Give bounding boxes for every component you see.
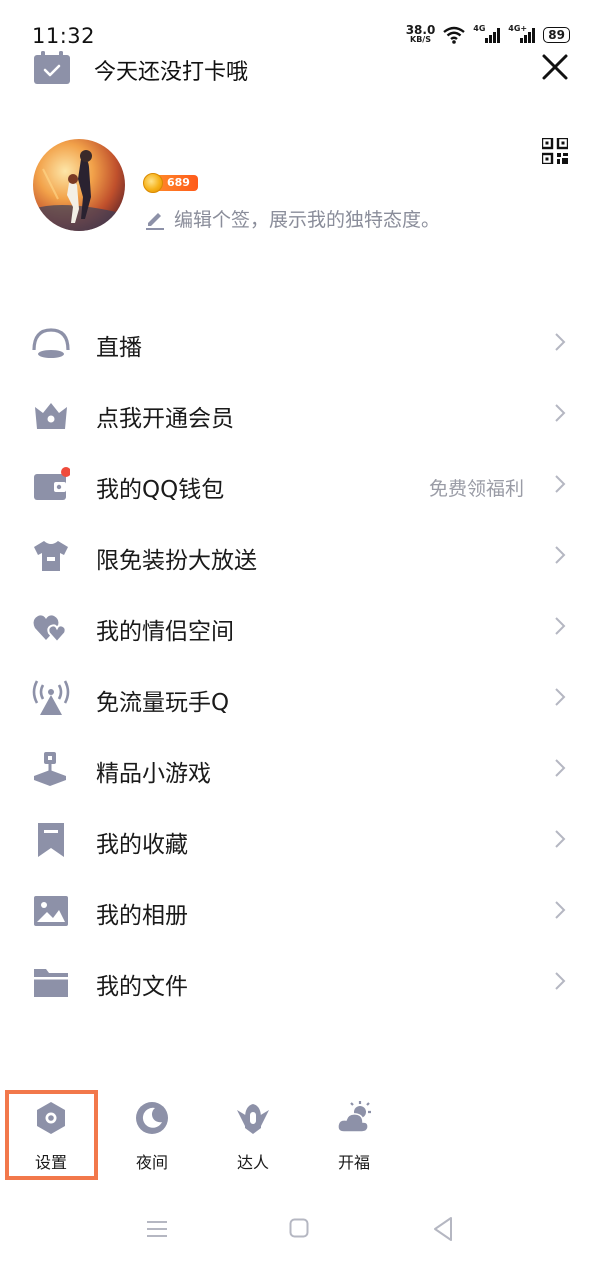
menu-item-label: 点我开通会员 bbox=[96, 406, 234, 432]
wifi-icon bbox=[443, 26, 466, 44]
menu-item-label: 我的QQ钱包 bbox=[96, 477, 225, 503]
back-button[interactable] bbox=[432, 1216, 454, 1242]
menu-item-favorites[interactable]: 我的收藏 bbox=[0, 804, 600, 875]
menu-item-album[interactable]: 我的相册 bbox=[0, 875, 600, 946]
chevron-right-icon bbox=[555, 830, 566, 848]
menu-item-outfit[interactable]: 限免装扮大放送 bbox=[0, 520, 600, 591]
menu-item-label: 我的情侣空间 bbox=[96, 619, 234, 645]
menu-item-vip[interactable]: 点我开通会员 bbox=[0, 378, 600, 449]
network-speed: 38.0 KB/S bbox=[405, 23, 436, 44]
status-bar: 11:32 38.0 KB/S 4G 4G+ 89 bbox=[0, 0, 600, 50]
moon-icon bbox=[136, 1102, 168, 1134]
menu-item-wallet[interactable]: 我的QQ钱包 免费领福利 bbox=[0, 449, 600, 520]
network-speed-value: 38.0 bbox=[405, 23, 436, 37]
talent-button[interactable]: 达人 bbox=[213, 1100, 293, 1180]
wallet-hint: 免费领福利 bbox=[428, 478, 524, 500]
pencil-icon bbox=[146, 212, 164, 230]
menu-item-free-data[interactable]: 免流量玩手Q bbox=[0, 662, 600, 733]
menu-item-label: 我的收藏 bbox=[96, 832, 188, 858]
chevron-right-icon bbox=[555, 688, 566, 706]
close-icon[interactable] bbox=[540, 52, 570, 82]
menu-item-label: 我的相册 bbox=[96, 903, 188, 929]
weather-label: 开福 bbox=[337, 1153, 370, 1172]
live-icon bbox=[32, 328, 70, 358]
folder-icon bbox=[34, 969, 68, 997]
menu-item-live[interactable]: 直播 bbox=[0, 307, 600, 378]
status-time: 11:32 bbox=[32, 24, 96, 48]
level-badge[interactable]: 689 bbox=[143, 173, 198, 193]
chevron-right-icon bbox=[555, 759, 566, 777]
tshirt-icon bbox=[34, 541, 68, 571]
network-speed-unit: KB/S bbox=[410, 35, 431, 44]
chevron-right-icon bbox=[555, 475, 566, 493]
menu-item-label: 免流量玩手Q bbox=[96, 690, 230, 716]
coin-icon bbox=[143, 173, 163, 193]
chevron-right-icon bbox=[555, 333, 566, 351]
menu-item-label: 精品小游戏 bbox=[96, 761, 211, 787]
menu-item-label: 限免装扮大放送 bbox=[96, 548, 257, 574]
recent-apps-button[interactable] bbox=[146, 1220, 168, 1238]
crown-icon bbox=[35, 403, 67, 429]
weather-button[interactable]: 开福 bbox=[314, 1100, 394, 1180]
menu-item-label: 直播 bbox=[96, 335, 142, 361]
menu-item-files[interactable]: 我的文件 bbox=[0, 946, 600, 1017]
menu-item-label: 我的文件 bbox=[96, 974, 188, 1000]
qr-code-icon[interactable] bbox=[542, 138, 568, 164]
signature-placeholder: 编辑个签，展示我的独特态度。 bbox=[174, 209, 441, 231]
signal-1-icon: 4G bbox=[473, 24, 501, 43]
night-mode-button[interactable]: 夜间 bbox=[112, 1100, 192, 1180]
signal-2-icon: 4G+ bbox=[508, 24, 536, 43]
status-indicators: 38.0 KB/S 4G 4G+ 89 bbox=[405, 23, 570, 44]
talent-label: 达人 bbox=[236, 1153, 269, 1172]
bookmark-icon bbox=[38, 823, 64, 857]
highlight-box bbox=[5, 1090, 98, 1180]
calendar-checkin-icon[interactable] bbox=[33, 51, 71, 85]
chevron-right-icon bbox=[555, 972, 566, 990]
talent-icon bbox=[237, 1104, 269, 1134]
chevron-right-icon bbox=[555, 901, 566, 919]
avatar[interactable] bbox=[33, 139, 125, 231]
hearts-icon bbox=[33, 615, 67, 644]
menu-item-games[interactable]: 精品小游戏 bbox=[0, 733, 600, 804]
signal-tower-icon bbox=[32, 680, 70, 715]
chevron-right-icon bbox=[555, 546, 566, 564]
wallet-icon bbox=[34, 467, 70, 500]
night-mode-label: 夜间 bbox=[135, 1153, 168, 1172]
edit-signature[interactable]: 编辑个签，展示我的独特态度。 bbox=[144, 205, 440, 232]
chevron-right-icon bbox=[555, 617, 566, 635]
weather-icon bbox=[337, 1101, 371, 1133]
menu-item-couple[interactable]: 我的情侣空间 bbox=[0, 591, 600, 662]
home-button[interactable] bbox=[289, 1218, 309, 1238]
joystick-icon bbox=[34, 752, 66, 786]
checkin-prompt[interactable]: 今天还没打卡哦 bbox=[94, 54, 248, 86]
battery-icon: 89 bbox=[543, 27, 570, 43]
photo-icon bbox=[34, 896, 68, 926]
chevron-right-icon bbox=[555, 404, 566, 422]
